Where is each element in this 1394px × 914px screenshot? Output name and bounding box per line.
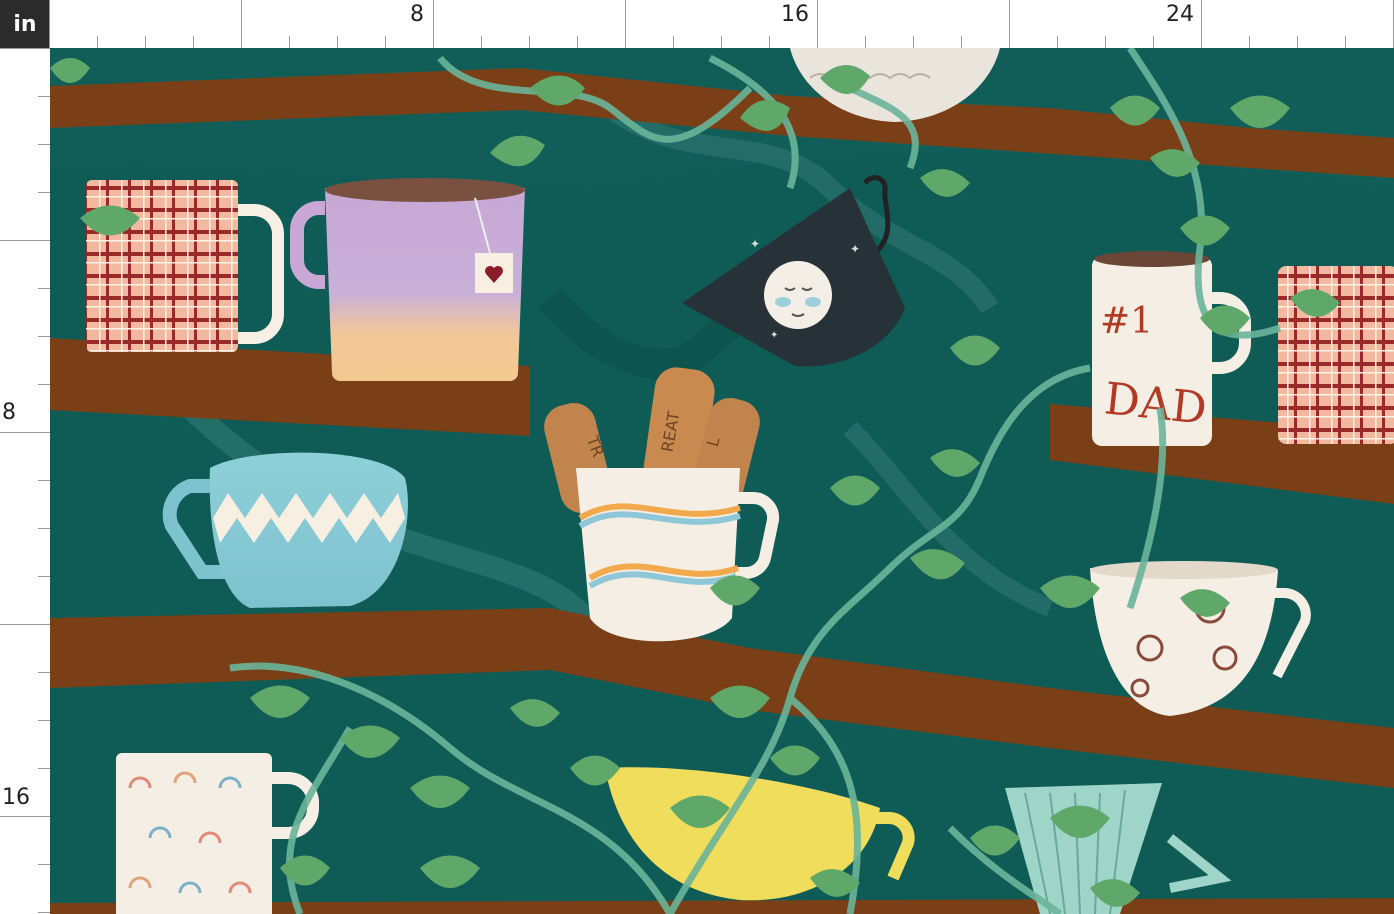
ruler-tick: [38, 480, 50, 481]
lavender-tea-mug: [290, 178, 525, 381]
ruler-tick: [433, 0, 434, 48]
ruler-label-v8: 8: [2, 400, 16, 425]
dad-mug-number: #1: [1100, 301, 1153, 342]
ruler-tick: [673, 36, 674, 48]
ruler-label-24: 24: [1166, 2, 1194, 27]
ruler-tick: [769, 36, 770, 48]
ruler-tick: [0, 432, 50, 433]
plaid-mug-right: [1278, 266, 1394, 444]
ruler-tick: [961, 36, 962, 48]
ruler-tick: [0, 240, 50, 241]
vertical-ruler: 8 16: [0, 48, 51, 914]
ruler-tick: [38, 672, 50, 673]
ruler-label-v16: 16: [2, 785, 30, 810]
ruler-tick: [337, 36, 338, 48]
ruler-tick: [38, 768, 50, 769]
ruler-tick: [529, 36, 530, 48]
ruler-tick: [817, 0, 818, 48]
fabric-pattern-preview: ✦ ✦ ✦ #1 DAD TR REAT L: [50, 48, 1394, 914]
ruler-tick: [193, 36, 194, 48]
dad-mug-label: DAD: [1102, 373, 1209, 434]
ruler-tick: [38, 528, 50, 529]
ruler-tick: [1297, 36, 1298, 48]
ruler-tick: [1009, 0, 1010, 48]
ruler-label-8: 8: [410, 2, 424, 27]
ruler-tick: [38, 336, 50, 337]
ruler-tick: [241, 0, 242, 48]
ruler-tick: [38, 144, 50, 145]
ruler-tick: [38, 576, 50, 577]
ruler-tick: [0, 624, 50, 625]
svg-text:✦: ✦: [850, 242, 860, 256]
ruler-tick: [385, 36, 386, 48]
ruler-tick: [577, 36, 578, 48]
svg-text:✦: ✦: [750, 237, 760, 251]
horizontal-ruler: 8 16 24: [49, 0, 1394, 49]
ruler-tick: [38, 720, 50, 721]
ruler-tick: [625, 0, 626, 48]
ruler-tick: [145, 36, 146, 48]
ruler-tick: [0, 48, 50, 49]
ruler-tick: [38, 96, 50, 97]
ruler-tick: [38, 192, 50, 193]
ruler-tick: [289, 36, 290, 48]
ruler-tick: [38, 288, 50, 289]
ruler-tick: [49, 0, 50, 48]
ruler-tick: [1249, 36, 1250, 48]
ruler-tick: [97, 36, 98, 48]
unit-label: in: [0, 0, 50, 48]
ruler-label-16: 16: [781, 2, 809, 27]
ruler-tick: [1153, 36, 1154, 48]
ruler-tick: [1345, 36, 1346, 48]
ruler-tick: [913, 36, 914, 48]
ruler-tick: [865, 36, 866, 48]
ruler-tick: [1105, 36, 1106, 48]
ruler-tick: [38, 864, 50, 865]
ruler-tick: [38, 384, 50, 385]
svg-text:✦: ✦: [770, 330, 778, 341]
ruler-tick: [1057, 36, 1058, 48]
ruler-tick: [38, 912, 50, 913]
ruler-tick: [481, 36, 482, 48]
ruler-tick: [1201, 0, 1202, 48]
ruler-tick: [721, 36, 722, 48]
ruler-tick: [0, 816, 50, 817]
